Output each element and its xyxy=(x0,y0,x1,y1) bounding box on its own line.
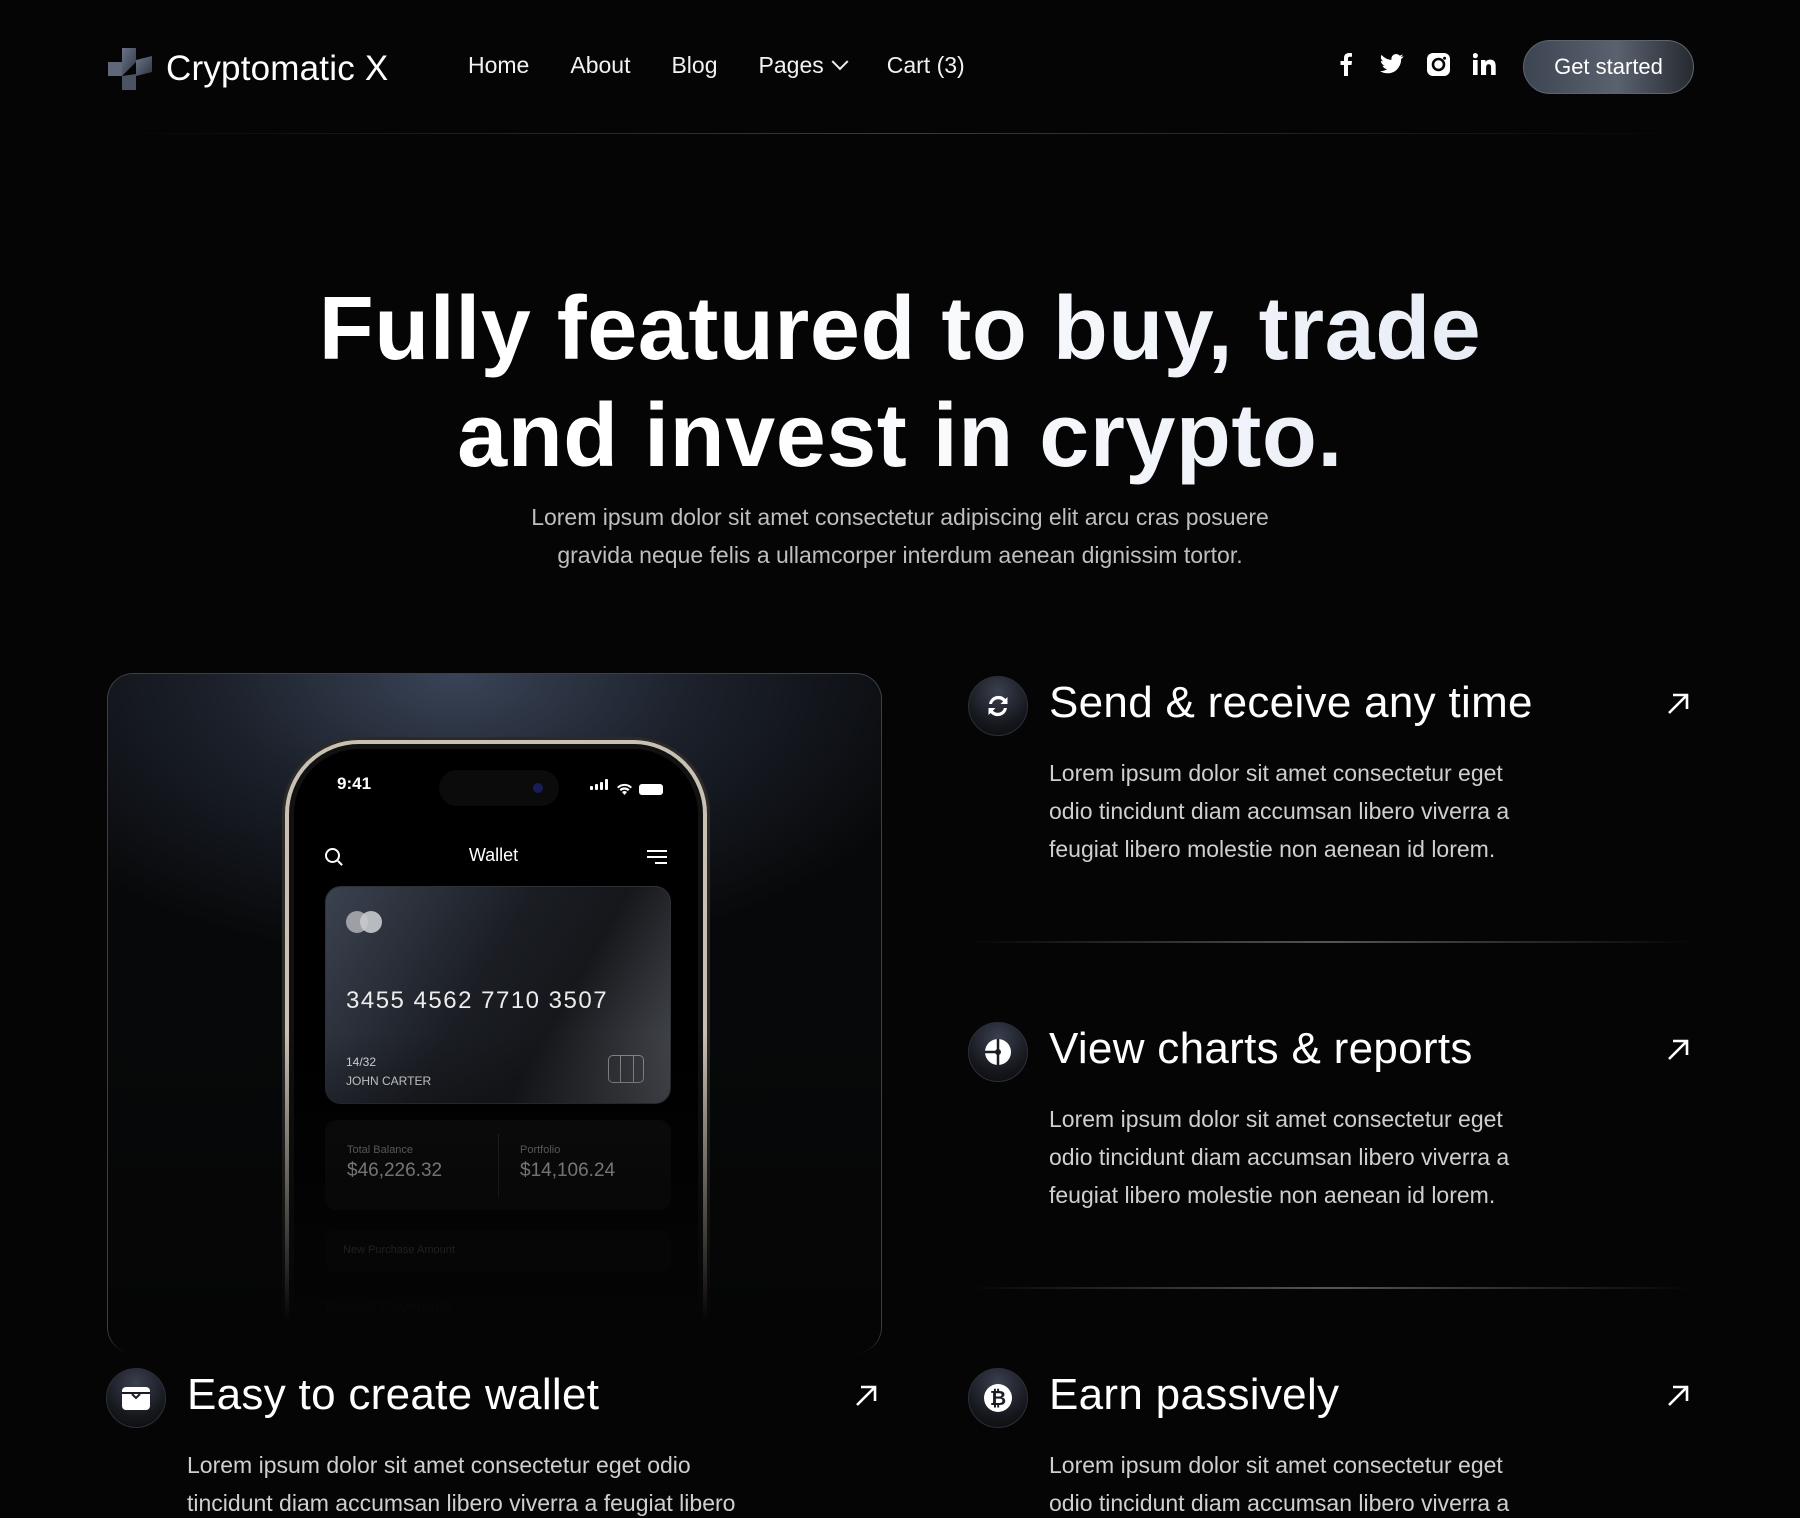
balance-divider xyxy=(498,1134,499,1198)
twitter-icon[interactable] xyxy=(1380,52,1404,76)
hero-subtitle: Lorem ipsum dolor sit amet consectetur a… xyxy=(0,498,1800,574)
total-balance-value: $46,226.32 xyxy=(347,1160,443,1181)
dynamic-island xyxy=(439,770,559,806)
hero-subtitle-line-2: gravida neque felis a ullamcorper interd… xyxy=(557,542,1243,568)
social-links xyxy=(1334,52,1496,76)
nav-pages-label: Pages xyxy=(758,52,824,78)
card-number: 3455 4562 7710 3507 xyxy=(346,987,609,1014)
see-all-link[interactable]: See all xyxy=(637,1303,671,1315)
wallet-icon xyxy=(106,1368,166,1428)
feature-divider xyxy=(968,1287,1694,1289)
feature-description: Lorem ipsum dolor sit amet consectetur e… xyxy=(187,1452,736,1516)
nav-home-label: Home xyxy=(468,52,530,78)
feature-divider xyxy=(968,941,1694,943)
balance-summary: Total Balance $46,226.32 Portfolio $14,1… xyxy=(325,1120,671,1210)
card-expiry: 14/32 xyxy=(346,1055,377,1069)
brand-logo[interactable]: Cryptomatic X xyxy=(106,46,388,92)
arrow-up-right-icon[interactable] xyxy=(850,1380,882,1412)
main-nav: Home About Blog Pages Cart (3) xyxy=(468,52,965,79)
feature-create-wallet: Easy to create wallet Lorem ipsum dolor … xyxy=(106,1368,882,1518)
phone-showcase-card: 9:41 Wallet 3455 4562 7710 3507 14/32 JO… xyxy=(107,673,882,1353)
feature-earn-passively: ₿ Earn passively Lorem ipsum dolor sit a… xyxy=(968,1368,1694,1518)
feature-title: Send & receive any time xyxy=(1049,678,1533,727)
arrow-up-right-icon[interactable] xyxy=(1662,688,1694,720)
feature-description: Lorem ipsum dolor sit amet consectetur e… xyxy=(1049,1106,1510,1208)
total-balance: Total Balance $46,226.32 xyxy=(347,1144,442,1182)
status-time: 9:41 xyxy=(337,774,372,793)
portfolio-value: $14,106.24 xyxy=(520,1160,616,1181)
wallet-app-bar: Wallet xyxy=(325,840,667,870)
nav-cart-label: Cart (3) xyxy=(886,52,965,78)
refresh-icon xyxy=(968,676,1028,736)
hero-subtitle-line-1: Lorem ipsum dolor sit amet consectetur a… xyxy=(531,504,1269,530)
chevron-down-icon xyxy=(831,52,849,70)
hero-title-line-1: Fully featured to buy, trade xyxy=(318,279,1482,379)
nav-pages-dropdown[interactable]: Pages xyxy=(758,52,849,79)
card-brand-icon xyxy=(346,911,386,933)
logo-mark-icon xyxy=(108,48,152,90)
portfolio-label: Portfolio xyxy=(520,1144,561,1156)
card-holder: JOHN CARTER xyxy=(346,1074,432,1088)
feature-title: Easy to create wallet xyxy=(187,1370,600,1419)
credit-card[interactable]: 3455 4562 7710 3507 14/32 JOHN CARTER xyxy=(325,886,671,1104)
feature-send-receive: Send & receive any time Lorem ipsum dolo… xyxy=(968,676,1694,876)
feature-title: Earn passively xyxy=(1049,1370,1340,1419)
total-balance-label: Total Balance xyxy=(347,1144,414,1156)
recent-payments-title: Recent Payments xyxy=(325,1299,452,1316)
search-icon[interactable] xyxy=(325,847,340,863)
battery-icon xyxy=(639,784,663,795)
linkedin-icon[interactable] xyxy=(1472,52,1496,76)
svg-text:₿: ₿ xyxy=(990,1386,1006,1410)
arrow-up-right-icon[interactable] xyxy=(1662,1380,1694,1412)
camera-icon xyxy=(533,783,543,793)
feature-charts-reports: View charts & reports Lorem ipsum dolor … xyxy=(968,1022,1694,1222)
brand-name: Cryptomatic X xyxy=(166,49,389,88)
nav-blog[interactable]: Blog xyxy=(671,52,717,79)
site-header: Cryptomatic X Home About Blog Pages Cart… xyxy=(0,0,1800,134)
hero-title: Fully featured to buy, trade and invest … xyxy=(0,276,1800,490)
pie-chart-icon xyxy=(968,1022,1028,1082)
nav-about-label: About xyxy=(570,52,631,78)
feature-description: Lorem ipsum dolor sit amet consectetur e… xyxy=(1049,1452,1510,1516)
status-icons xyxy=(590,777,663,795)
phone-mockup: 9:41 Wallet 3455 4562 7710 3507 14/32 JO… xyxy=(285,740,707,1353)
hero-title-line-2: and invest in crypto. xyxy=(457,386,1343,486)
nav-blog-label: Blog xyxy=(671,52,718,78)
get-started-button[interactable]: Get started xyxy=(1523,40,1694,94)
header-divider xyxy=(106,133,1694,134)
facebook-icon[interactable] xyxy=(1334,52,1358,76)
arrow-up-right-icon[interactable] xyxy=(1662,1034,1694,1066)
wallet-screen-title: Wallet xyxy=(468,844,519,865)
card-chip-icon xyxy=(608,1055,644,1083)
nav-cart[interactable]: Cart (3) xyxy=(887,52,965,79)
wifi-icon xyxy=(617,783,632,795)
bitcoin-icon: ₿ xyxy=(968,1368,1028,1428)
feature-title: View charts & reports xyxy=(1049,1024,1473,1073)
feature-description: Lorem ipsum dolor sit amet consectetur e… xyxy=(1049,760,1510,862)
nav-about[interactable]: About xyxy=(570,52,630,79)
recent-payments-header: Recent Payments See all xyxy=(325,1299,671,1317)
portfolio: Portfolio $14,106.24 xyxy=(520,1144,615,1182)
menu-icon[interactable] xyxy=(647,846,667,864)
purchase-amount-input[interactable]: New Purchase Amount xyxy=(325,1230,671,1272)
nav-home[interactable]: Home xyxy=(468,52,529,79)
signal-icon xyxy=(590,777,610,795)
instagram-icon[interactable] xyxy=(1426,52,1450,76)
